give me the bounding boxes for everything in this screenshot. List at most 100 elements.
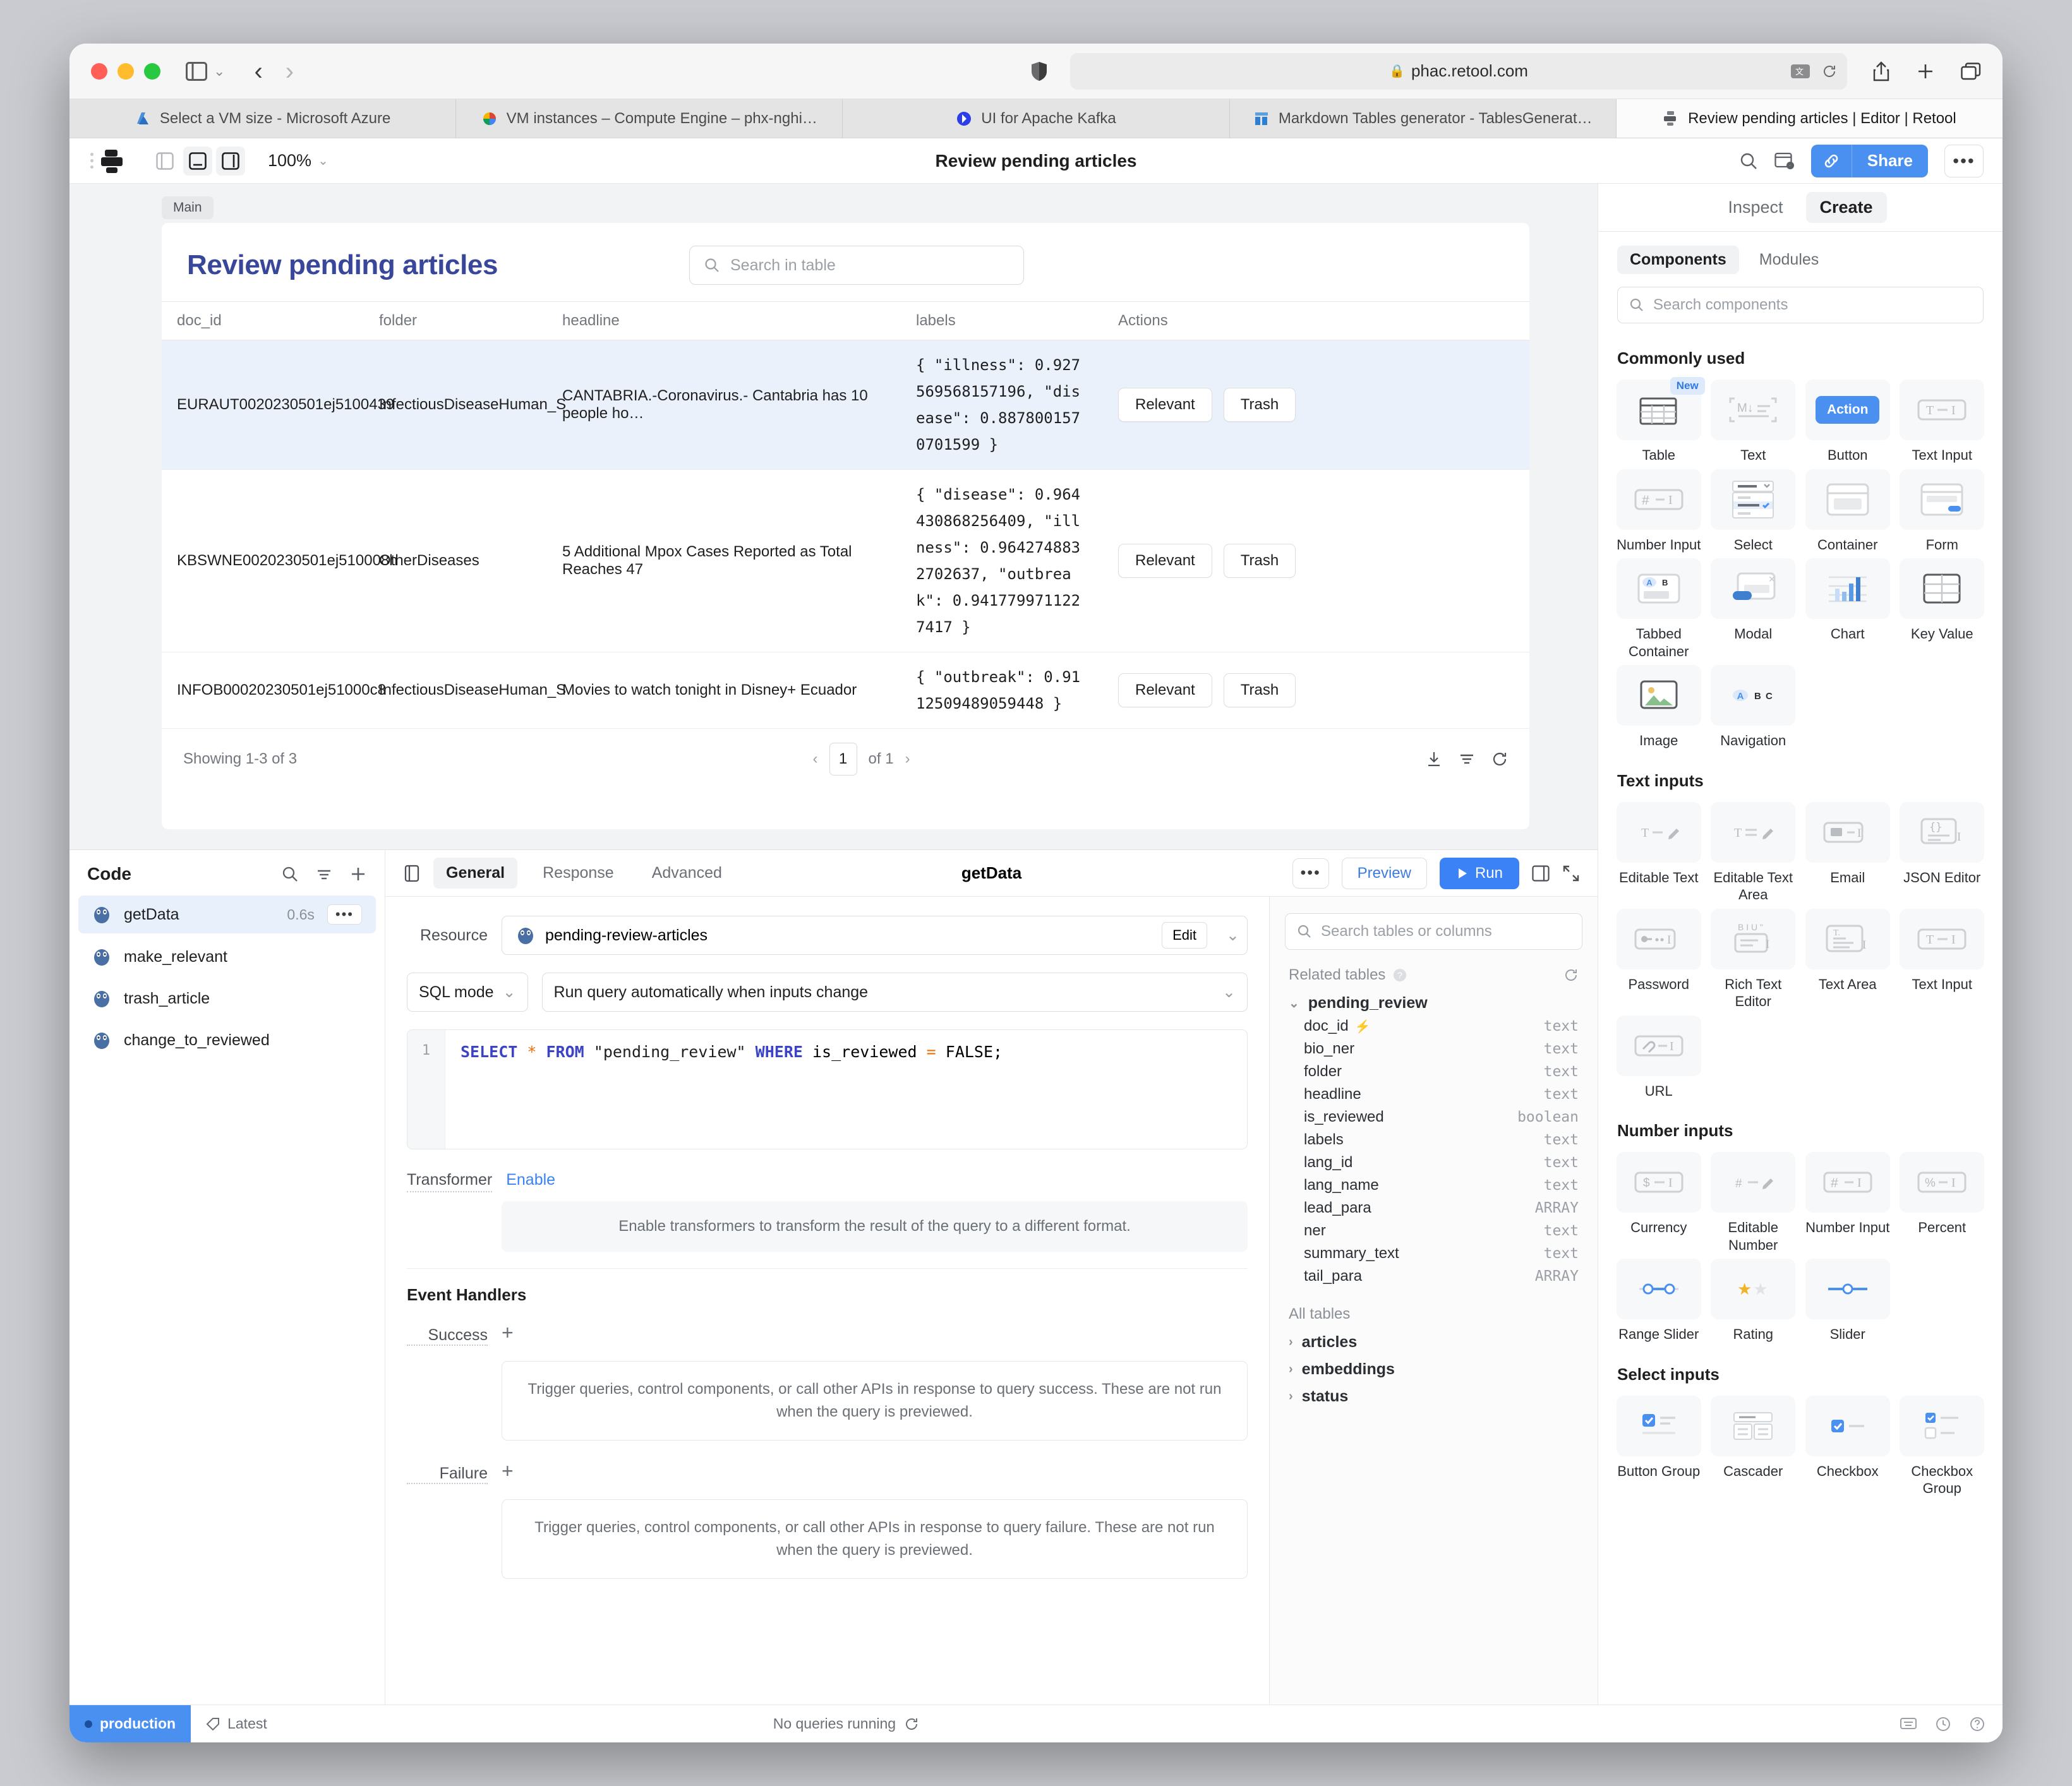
schema-column[interactable]: ner text xyxy=(1270,1220,1598,1242)
preview-button[interactable]: Preview xyxy=(1341,857,1427,889)
right-panel-toggle[interactable] xyxy=(216,146,245,176)
component-checkbox-group[interactable]: Checkbox Group xyxy=(1897,1395,1988,1497)
tab-create[interactable]: Create xyxy=(1805,192,1887,223)
sql-code-editor[interactable]: 1 SELECT * FROM "pending_review" WHERE i… xyxy=(407,1029,1248,1149)
sql-code[interactable]: SELECT * FROM "pending_review" WHERE is_… xyxy=(445,1030,1018,1149)
version-selector[interactable]: Latest xyxy=(191,1715,282,1732)
forward-button[interactable]: › xyxy=(286,59,294,84)
schema-column[interactable]: headline text xyxy=(1270,1083,1598,1106)
component-text-input[interactable]: TI Text Input xyxy=(1897,380,1988,464)
next-page-button[interactable]: › xyxy=(905,750,910,768)
privacy-shield-icon[interactable] xyxy=(1031,61,1047,81)
component-password[interactable]: I Password xyxy=(1613,908,1704,1010)
component-editable-text-area[interactable]: T Editable Text Area xyxy=(1708,801,1799,904)
component-form[interactable]: Form xyxy=(1897,469,1988,554)
trash-button[interactable]: Trash xyxy=(1223,388,1296,422)
component-text[interactable]: M↓ Text xyxy=(1708,380,1799,464)
sidebar-chevron-down-icon[interactable]: ⌄ xyxy=(214,63,225,80)
address-bar[interactable]: 🔒 phac.retool.com 文 xyxy=(1070,52,1847,90)
add-success-handler-button[interactable]: + xyxy=(502,1319,514,1345)
tab-advanced[interactable]: Advanced xyxy=(639,858,735,889)
component-range-slider[interactable]: Range Slider xyxy=(1613,1259,1704,1343)
component-tabbed-container[interactable]: AB Tabbed Container xyxy=(1613,558,1704,660)
prev-page-button[interactable]: ‹ xyxy=(813,750,818,768)
browser-tab[interactable]: UI for Apache Kafka xyxy=(843,99,1230,138)
drag-handle-icon[interactable] xyxy=(88,153,95,169)
subtab-modules[interactable]: Modules xyxy=(1747,246,1832,274)
component-key-value[interactable]: Key Value xyxy=(1897,558,1988,660)
query-item-make-relevant[interactable]: make_relevant xyxy=(78,938,376,975)
relevant-button[interactable]: Relevant xyxy=(1118,388,1212,422)
component-cascader[interactable]: Cascader xyxy=(1708,1395,1799,1497)
filter-icon[interactable] xyxy=(315,865,333,883)
component-select[interactable]: Select xyxy=(1708,469,1799,554)
relevant-button[interactable]: Relevant xyxy=(1118,544,1212,578)
filter-icon[interactable] xyxy=(1459,751,1475,767)
schema-column[interactable]: doc_id ⚡ text xyxy=(1270,1015,1598,1038)
browser-tab[interactable]: Select a VM size - Microsoft Azure xyxy=(69,99,457,138)
new-tab-icon[interactable] xyxy=(1917,63,1934,80)
browser-tab[interactable]: Markdown Tables generator - TablesGenera… xyxy=(1230,99,1617,138)
pagination[interactable]: ‹ 1 of 1 › xyxy=(813,743,910,776)
subtab-components[interactable]: Components xyxy=(1617,246,1739,274)
refresh-schema-icon[interactable] xyxy=(1563,968,1579,983)
frame-chip[interactable]: Main xyxy=(162,196,214,219)
schema-column[interactable]: labels text xyxy=(1270,1129,1598,1151)
component-slider[interactable]: Slider xyxy=(1802,1259,1893,1343)
schema-column[interactable]: tail_para ARRAY xyxy=(1270,1265,1598,1288)
search-icon[interactable] xyxy=(1739,152,1758,171)
search-icon[interactable] xyxy=(281,865,299,883)
expand-icon[interactable] xyxy=(1562,865,1580,882)
tab-response[interactable]: Response xyxy=(530,858,627,889)
query-item-trash-article[interactable]: trash_article xyxy=(78,980,376,1017)
column-header-doc-id[interactable]: doc_id xyxy=(162,301,364,340)
help-icon[interactable]: ? xyxy=(1393,968,1407,982)
window-controls[interactable] xyxy=(91,63,160,80)
component-currency[interactable]: $ I Currency xyxy=(1613,1152,1704,1254)
keyboard-shortcuts-icon[interactable] xyxy=(1900,1717,1917,1732)
component-number-input[interactable]: # I Number Input xyxy=(1613,469,1704,554)
browser-tab-active[interactable]: Review pending articles | Editor | Retoo… xyxy=(1616,99,2003,138)
transformer-enable-link[interactable]: Enable xyxy=(506,1171,555,1189)
schema-table-embeddings[interactable]: › embeddings xyxy=(1270,1354,1598,1381)
schema-column[interactable]: lang_id text xyxy=(1270,1151,1598,1174)
resource-select[interactable]: pending-review-articles Edit ⌄ xyxy=(502,916,1248,955)
sidebar-toggle-icon[interactable] xyxy=(186,61,207,81)
editor-panel-toggle-icon[interactable] xyxy=(403,865,421,882)
download-icon[interactable] xyxy=(1426,751,1442,767)
component-image[interactable]: Image xyxy=(1613,665,1704,750)
component-modal[interactable]: ✕ Modal xyxy=(1708,558,1799,660)
refresh-icon[interactable] xyxy=(1491,751,1508,767)
browser-tab-bar[interactable]: Select a VM size - Microsoft Azure VM in… xyxy=(69,99,2003,138)
reload-icon[interactable] xyxy=(1822,64,1837,79)
share-button[interactable]: Share xyxy=(1851,144,1928,177)
schema-column[interactable]: lang_name text xyxy=(1270,1174,1598,1197)
schema-column[interactable]: folder text xyxy=(1270,1060,1598,1083)
schema-table-articles[interactable]: › articles xyxy=(1270,1327,1598,1354)
component-button[interactable]: Action Button xyxy=(1802,380,1893,464)
query-more-options-button[interactable]: ••• xyxy=(1292,858,1329,889)
refresh-queries-icon[interactable] xyxy=(905,1717,919,1731)
component-url[interactable]: I URL xyxy=(1613,1015,1704,1100)
component-editable-text[interactable]: T Editable Text xyxy=(1613,801,1704,904)
column-header-folder[interactable]: folder xyxy=(364,301,547,340)
schema-search-input[interactable]: Search tables or columns xyxy=(1285,913,1582,950)
schema-table-pending-review[interactable]: ⌄ pending_review xyxy=(1270,988,1598,1015)
browser-tab[interactable]: VM instances – Compute Engine – phx-nghi… xyxy=(456,99,843,138)
column-header-labels[interactable]: labels xyxy=(901,301,1103,340)
share-page-icon[interactable] xyxy=(1872,61,1890,81)
component-rating[interactable]: ★★ Rating xyxy=(1708,1259,1799,1343)
sql-mode-select[interactable]: SQL mode ⌄ xyxy=(407,973,528,1012)
table-row[interactable]: EURAUT0020230501ej5100439 InfectiousDise… xyxy=(162,340,1529,470)
component-button-group[interactable]: Button Group xyxy=(1613,1395,1704,1497)
trash-button[interactable]: Trash xyxy=(1223,544,1296,578)
column-header-headline[interactable]: headline xyxy=(547,301,901,340)
column-header-actions[interactable]: Actions xyxy=(1103,301,1529,340)
schema-column[interactable]: bio_ner text xyxy=(1270,1038,1598,1060)
environment-selector[interactable]: production xyxy=(69,1705,191,1742)
retool-logo[interactable] xyxy=(101,149,126,173)
component-navigation[interactable]: ABC Navigation xyxy=(1708,665,1799,750)
translate-icon[interactable]: 文 xyxy=(1790,64,1810,79)
component-chart[interactable]: Chart xyxy=(1802,558,1893,660)
copy-link-button[interactable] xyxy=(1810,144,1852,177)
